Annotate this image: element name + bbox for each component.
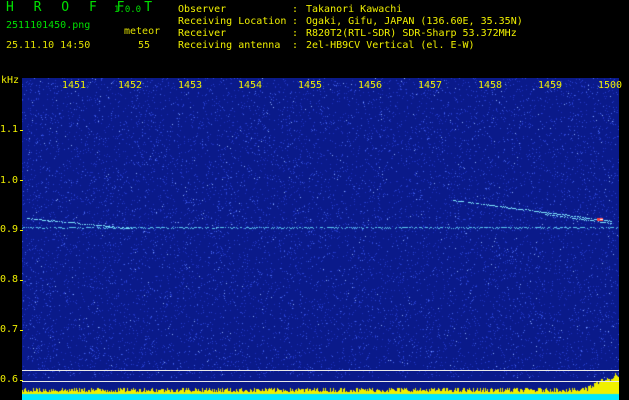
y-tick-mark: [20, 280, 23, 281]
y-tick-label: 0.8: [0, 274, 19, 285]
mode-label: meteor: [124, 26, 161, 37]
x-tick-label: 1453: [178, 80, 203, 91]
x-tick-label: 1500: [598, 80, 623, 91]
y-tick-label: 0.9: [0, 224, 19, 235]
receiver-sep: :: [292, 28, 299, 39]
receiver-key: Receiver: [178, 28, 227, 39]
x-tick-label: 1459: [538, 80, 563, 91]
observer-key: Observer: [178, 4, 227, 15]
app-version: 1.0.0: [114, 5, 142, 15]
location-sep: :: [292, 16, 299, 27]
timestamp: 25.11.10 14:50: [6, 40, 91, 51]
detection-count: 55: [138, 40, 151, 51]
threshold-line-upper: [22, 370, 619, 371]
antenna-sep: :: [292, 40, 299, 51]
observer-value: Takanori Kawachi: [306, 4, 403, 15]
y-tick-mark: [20, 130, 23, 131]
x-tick-label: 1451: [62, 80, 87, 91]
y-tick-label: 0.7: [0, 324, 19, 335]
y-tick-label: 0.6: [0, 374, 19, 385]
location-value: Ogaki, Gifu, JAPAN (136.60E, 35.35N): [306, 16, 523, 27]
y-axis-unit: kHz: [1, 75, 20, 86]
file-name: 2511101450.png: [6, 20, 91, 31]
spectrogram[interactable]: [22, 78, 619, 400]
x-tick-label: 1458: [478, 80, 503, 91]
x-tick-label: 1452: [118, 80, 143, 91]
y-tick-label: 1.0: [0, 175, 19, 186]
location-key: Receiving Location: [178, 16, 287, 27]
antenna-key: Receiving antenna: [178, 40, 281, 51]
threshold-line-lower: [22, 381, 619, 382]
x-tick-label: 1455: [298, 80, 323, 91]
x-tick-label: 1456: [358, 80, 383, 91]
y-tick-mark: [20, 230, 23, 231]
x-tick-label: 1457: [418, 80, 443, 91]
receiver-value: R820T2(RTL-SDR) SDR-Sharp 53.372MHz: [306, 28, 517, 39]
y-tick-label: 1.1: [0, 124, 19, 135]
x-tick-label: 1454: [238, 80, 263, 91]
observer-sep: :: [292, 4, 299, 15]
y-tick-mark: [20, 330, 23, 331]
antenna-value: 2el-HB9CV Vertical (el. E-W): [306, 40, 475, 51]
y-tick-mark: [20, 180, 23, 181]
